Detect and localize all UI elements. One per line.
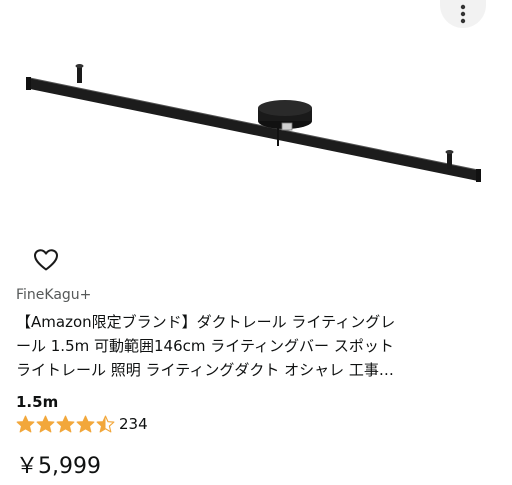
product-size: 1.5m [16,393,59,411]
star-icon [56,415,75,432]
anchor-left [77,66,82,83]
connector-block [281,122,293,131]
star-icon [36,415,55,432]
product-title-line: ール 1.5m 可動範囲146cm ライティングバー スポット [16,337,394,355]
anchor-right-head [445,150,454,154]
product-price: ￥5,999 [16,454,101,479]
rail-body [30,78,478,181]
anchor-left-head [75,64,84,68]
review-count[interactable]: 234 [119,415,148,433]
favorite-button[interactable] [30,244,62,276]
anchor-right [447,152,452,169]
star-icon [76,415,95,432]
star-icon [96,415,115,432]
star-icon [16,415,35,432]
more-vertical-icon [460,4,466,24]
rail-highlight [29,77,479,171]
rating-row[interactable]: 234 [16,414,148,434]
product-image[interactable] [0,0,512,225]
star-rating [16,415,116,434]
duct-rail-illustration [26,64,481,182]
rail-end-cap-left [26,77,31,90]
product-title[interactable]: 【Amazon限定ブランド】ダクトレール ライティングレ ール 1.5m 可動範… [16,310,492,382]
canopy-top [258,100,312,116]
product-title-line: ライトレール 照明 ライティングダクト オシャレ 工事… [16,361,394,379]
heart-outline-icon [34,249,58,271]
brand-name[interactable]: FineKagu+ [16,287,91,303]
product-title-line: 【Amazon限定ブランド】ダクトレール ライティングレ [16,313,396,331]
rail-end-cap-right [476,169,481,182]
